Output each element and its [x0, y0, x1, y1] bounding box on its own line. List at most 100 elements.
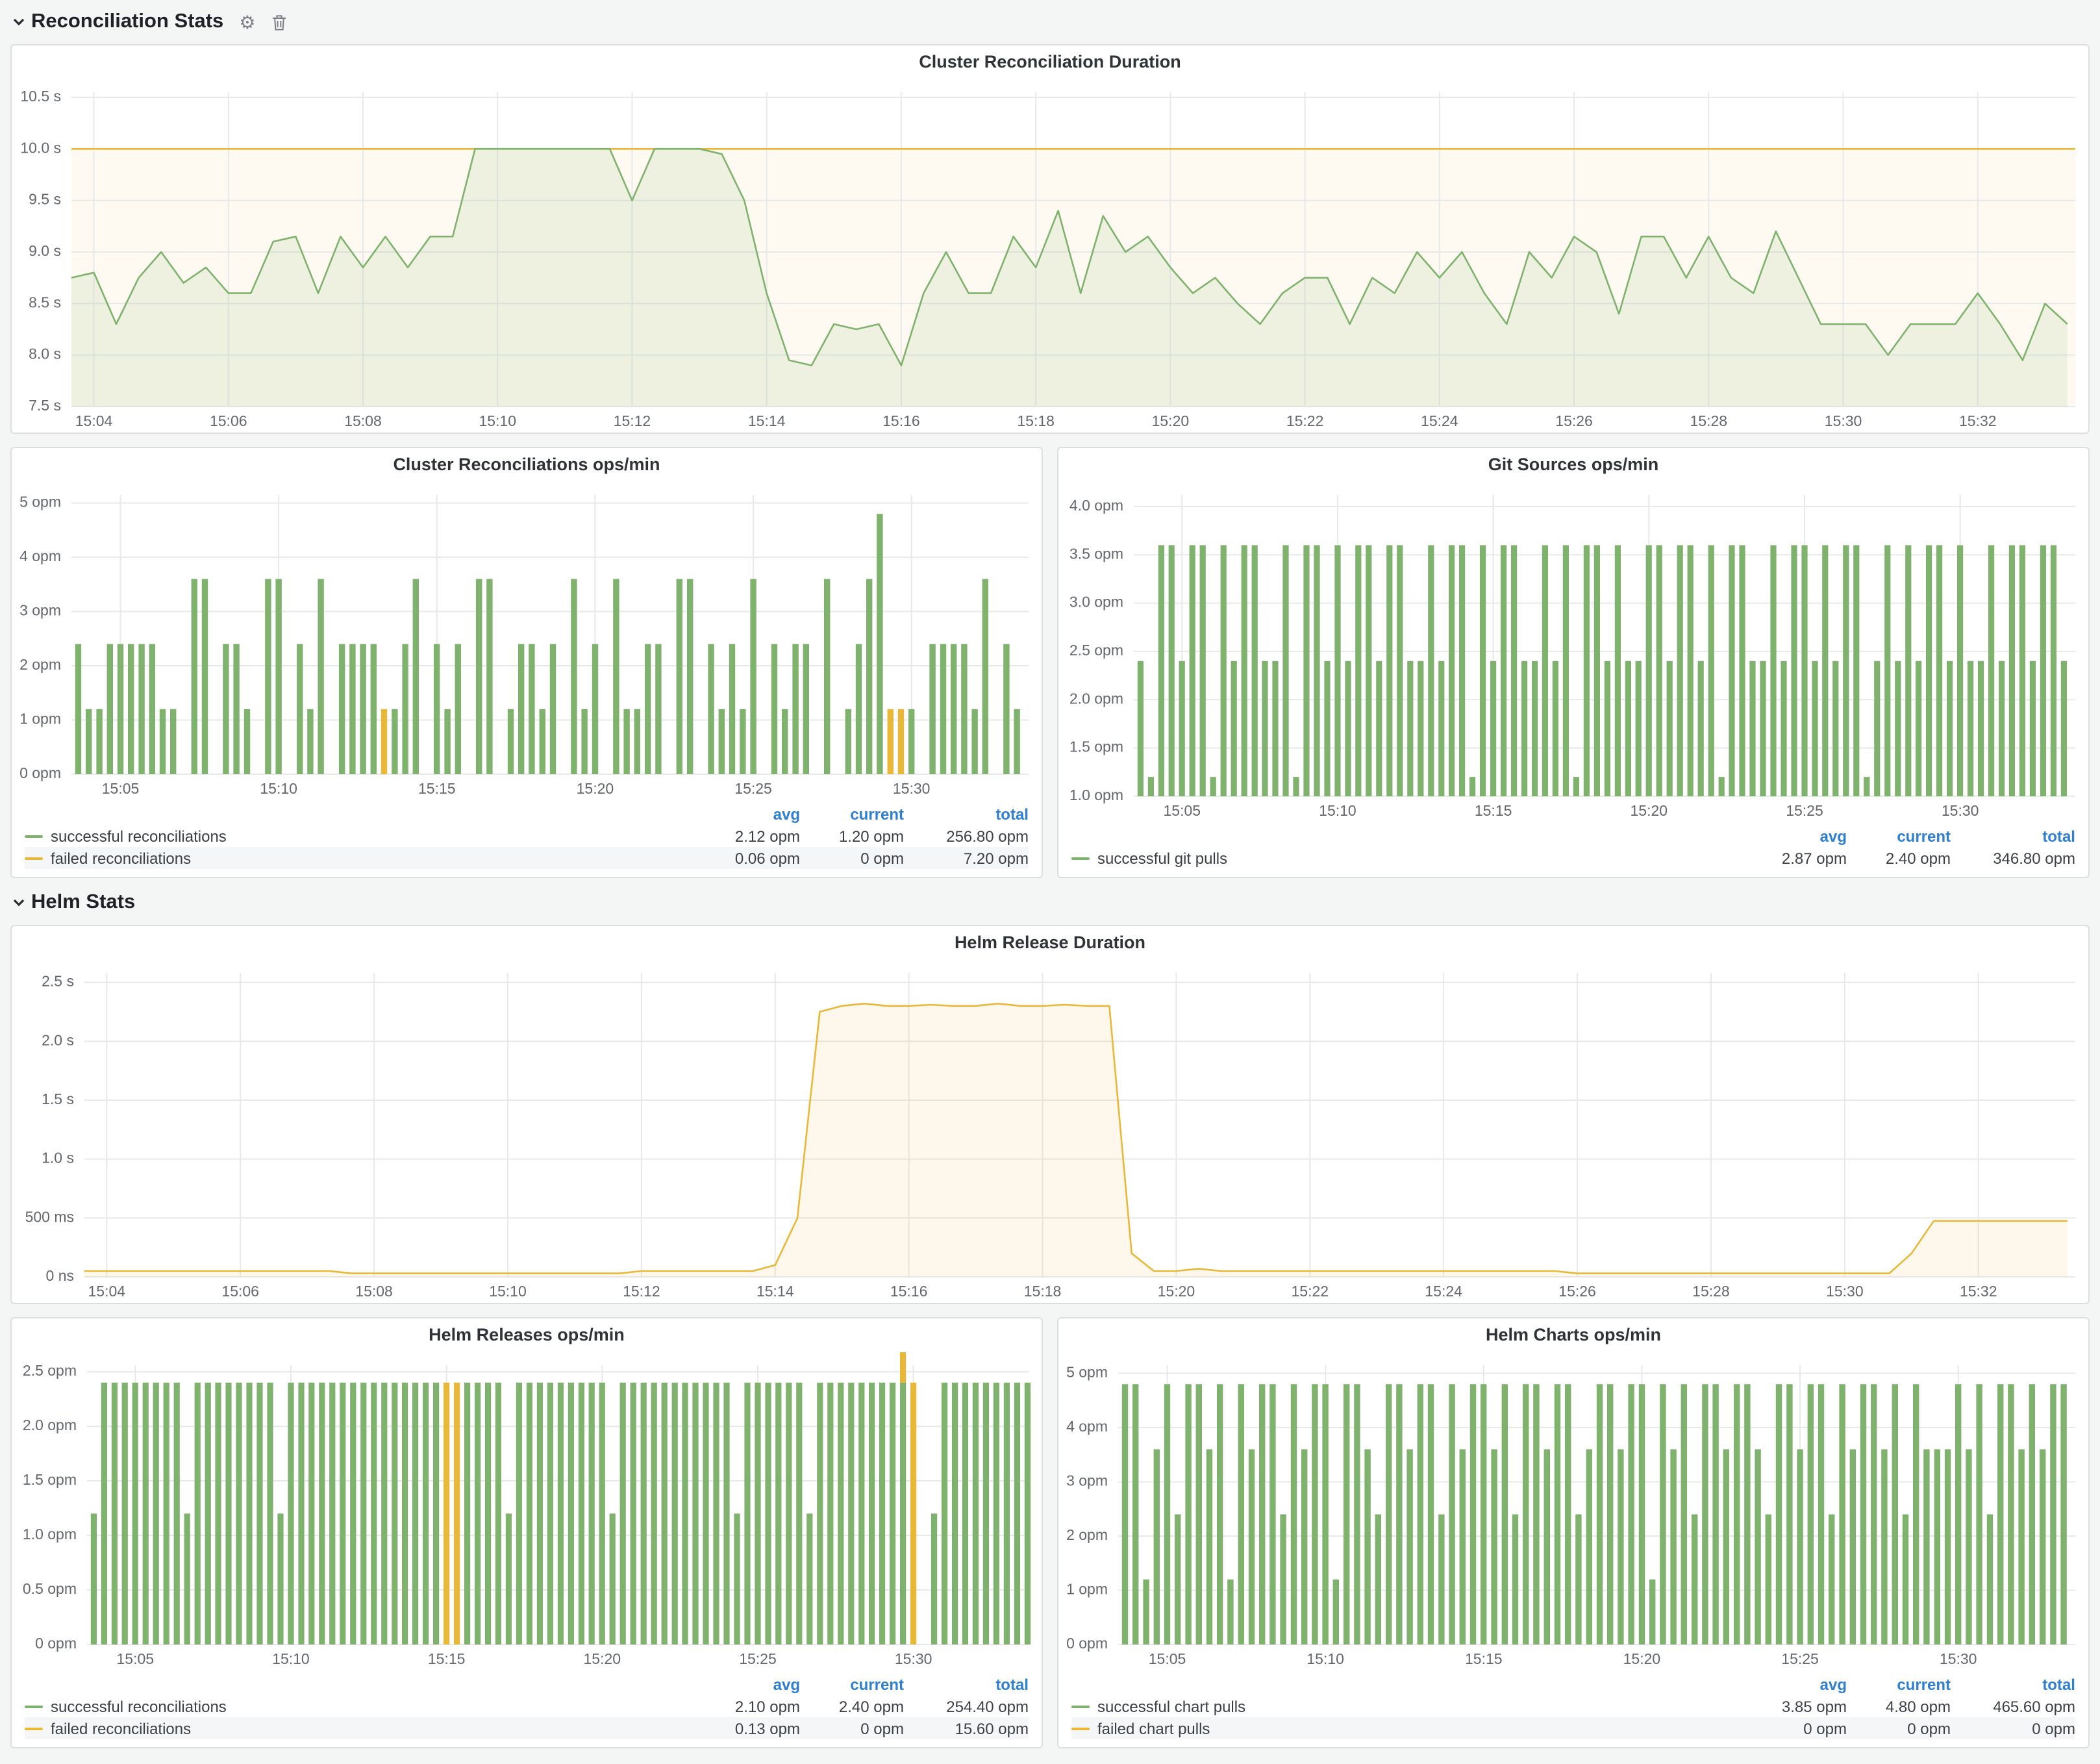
panel-title[interactable]: Cluster Reconciliations ops/min [12, 448, 1042, 482]
svg-text:15:28: 15:28 [1692, 1283, 1730, 1300]
legend-stat-value: 0 opm [800, 1719, 904, 1737]
svg-text:8.0 s: 8.0 s [29, 346, 61, 362]
svg-text:3.5 opm: 3.5 opm [1069, 545, 1123, 562]
svg-text:1 opm: 1 opm [19, 711, 61, 727]
cluster-reconciliations-opm-chart[interactable]: 0 opm1 opm2 opm3 opm4 opm5 opm15:0515:10… [12, 482, 1042, 800]
svg-text:3 opm: 3 opm [1066, 1472, 1108, 1489]
svg-text:15:20: 15:20 [1158, 1283, 1195, 1300]
svg-text:4 opm: 4 opm [1066, 1418, 1108, 1435]
series-color-dash-icon [25, 1705, 43, 1707]
svg-text:2 opm: 2 opm [19, 656, 61, 673]
svg-text:1.5 opm: 1.5 opm [23, 1471, 77, 1488]
svg-text:15:05: 15:05 [102, 780, 140, 797]
legend-header: avgcurrenttotal [25, 803, 1029, 825]
section-title[interactable]: Helm Stats [31, 891, 135, 914]
panel-helm-charts-opm: Helm Charts ops/min 0 opm1 opm2 opm3 opm… [1057, 1317, 2090, 1748]
legend-header: avgcurrenttotal [1071, 825, 2075, 847]
legend-stat-value: 4.80 opm [1847, 1697, 1951, 1715]
helm-release-duration-chart[interactable]: 0 ns500 ms1.0 s1.5 s2.0 s2.5 s15:0415:06… [12, 960, 2088, 1303]
panel-helm-releases-opm: Helm Releases ops/min 0 opm0.5 opm1.0 op… [10, 1317, 1043, 1748]
svg-text:4 opm: 4 opm [19, 548, 61, 564]
svg-text:15:15: 15:15 [428, 1650, 466, 1667]
legend-series-label[interactable]: failed reconciliations [25, 1719, 696, 1737]
svg-text:2 opm: 2 opm [1066, 1526, 1108, 1543]
series-color-dash-icon [1071, 1727, 1090, 1730]
legend: avgcurrenttotal successful reconciliation… [12, 1670, 1042, 1747]
svg-text:15:20: 15:20 [1631, 802, 1668, 819]
legend-column-avg[interactable]: avg [1743, 1675, 1847, 1693]
svg-text:0 opm: 0 opm [1066, 1635, 1108, 1652]
legend-series-label[interactable]: failed reconciliations [25, 849, 696, 867]
legend-column-total[interactable]: total [1951, 827, 2075, 845]
panel-title[interactable]: Helm Charts ops/min [1058, 1318, 2088, 1352]
legend-column-total[interactable]: total [904, 805, 1029, 823]
legend-series-label[interactable]: successful reconciliations [25, 1697, 696, 1715]
legend-column-total[interactable]: total [1951, 1675, 2075, 1693]
svg-text:15:32: 15:32 [1959, 412, 1997, 429]
legend-column-current[interactable]: current [1847, 1675, 1951, 1693]
legend-series-label[interactable]: successful reconciliations [25, 827, 696, 845]
svg-text:15:16: 15:16 [890, 1283, 928, 1300]
trash-icon[interactable] [271, 14, 286, 31]
svg-text:15:24: 15:24 [1425, 1283, 1462, 1300]
series-color-dash-icon [25, 1727, 43, 1730]
svg-text:15:30: 15:30 [1826, 1283, 1864, 1300]
panel-cluster-reconciliations-opm: Cluster Reconciliations ops/min 0 opm 1 o… [10, 447, 1043, 878]
legend-row: failed chart pulls0 opm0 opm0 opm [1071, 1717, 2075, 1739]
svg-text:15:15: 15:15 [1475, 802, 1512, 819]
helm-charts-opm-chart[interactable]: 0 opm1 opm2 opm3 opm4 opm5 opm15:0515:10… [1058, 1352, 2088, 1670]
svg-text:15:25: 15:25 [734, 780, 772, 797]
svg-text:15:06: 15:06 [221, 1283, 259, 1300]
legend-stat-value: 0 opm [800, 849, 904, 867]
legend-row: successful reconciliations2.12 opm1.20 o… [25, 825, 1029, 847]
helm-releases-opm-chart[interactable]: 0 opm0.5 opm1.0 opm1.5 opm2.0 opm2.5 opm… [12, 1352, 1042, 1670]
legend-column-current[interactable]: current [800, 1675, 904, 1693]
svg-text:15:04: 15:04 [88, 1283, 126, 1300]
legend-series-label[interactable]: successful git pulls [1071, 849, 1743, 867]
legend-stat-value: 0 opm [1951, 1719, 2075, 1737]
svg-text:1.0 opm: 1.0 opm [23, 1526, 77, 1543]
svg-text:15:25: 15:25 [739, 1650, 777, 1667]
svg-text:5 opm: 5 opm [1066, 1364, 1108, 1381]
panel-title[interactable]: Cluster Reconciliation Duration [12, 45, 2088, 79]
git-sources-opm-chart[interactable]: 1.0 opm1.5 opm2.0 opm2.5 opm3.0 opm3.5 o… [1058, 482, 2088, 822]
section-title[interactable]: Reconciliation Stats [31, 10, 223, 34]
series-color-dash-icon [25, 835, 43, 837]
legend-column-current[interactable]: current [800, 805, 904, 823]
series-color-dash-icon [1071, 857, 1090, 859]
svg-text:15:08: 15:08 [355, 1283, 393, 1300]
legend-stat-value: 3.85 opm [1743, 1697, 1847, 1715]
svg-text:15:10: 15:10 [1319, 802, 1356, 819]
panel-title[interactable]: Helm Release Duration [12, 926, 2088, 960]
svg-text:15:26: 15:26 [1558, 1283, 1596, 1300]
svg-text:1.0 s: 1.0 s [42, 1150, 74, 1166]
legend-stat-value: 1.20 opm [800, 827, 904, 845]
legend-column-avg[interactable]: avg [696, 805, 800, 823]
series-color-dash-icon [1071, 1705, 1090, 1707]
svg-text:15:25: 15:25 [1781, 1650, 1819, 1667]
panel-title[interactable]: Git Sources ops/min [1058, 448, 2088, 482]
legend-stat-value: 0.06 opm [696, 849, 800, 867]
legend-series-label[interactable]: failed chart pulls [1071, 1719, 1743, 1737]
svg-text:15:10: 15:10 [1306, 1650, 1344, 1667]
legend-column-avg[interactable]: avg [696, 1675, 800, 1693]
panel-title[interactable]: Helm Releases ops/min [12, 1318, 1042, 1352]
legend-row: successful git pulls2.87 opm2.40 opm346.… [1071, 847, 2075, 869]
chevron-down-icon[interactable] [13, 899, 25, 907]
legend-row: failed reconciliations0.06 opm0 opm7.20 … [25, 847, 1029, 869]
legend-column-current[interactable]: current [1847, 827, 1951, 845]
svg-text:15:14: 15:14 [748, 412, 786, 429]
legend-row: failed reconciliations0.13 opm0 opm15.60… [25, 1717, 1029, 1739]
legend-stat-value: 0 opm [1743, 1719, 1847, 1737]
legend: avgcurrenttotalsuccessful git pulls2.87 … [1058, 822, 2088, 877]
legend-column-avg[interactable]: avg [1743, 827, 1847, 845]
gear-icon[interactable]: ⚙︎ [239, 13, 255, 31]
chevron-down-icon[interactable] [13, 18, 25, 26]
cluster-reconciliation-duration-chart[interactable]: 7.5 s8.0 s8.5 s9.0 s9.5 s10.0 s10.5 s15:… [12, 79, 2088, 433]
legend-series-label[interactable]: successful chart pulls [1071, 1697, 1743, 1715]
legend-stat-value: 2.10 opm [696, 1697, 800, 1715]
legend-stat-value: 2.40 opm [800, 1697, 904, 1715]
svg-text:15:20: 15:20 [577, 780, 614, 797]
legend-column-total[interactable]: total [904, 1675, 1029, 1693]
svg-text:15:12: 15:12 [614, 412, 651, 429]
